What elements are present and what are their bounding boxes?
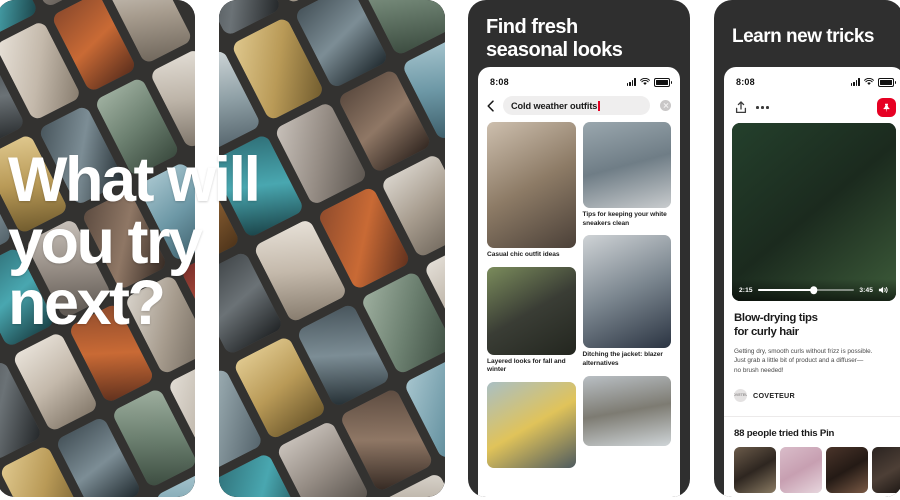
pin-description: Getting dry, smooth curls without frizz …	[734, 347, 894, 376]
phone-mockup-search: 8:08 Cold weather outfits Casual chic ou…	[478, 67, 680, 497]
status-clock: 8:08	[736, 77, 755, 87]
wifi-icon	[864, 78, 874, 85]
battery-icon	[654, 77, 673, 87]
video-controls[interactable]: 2:15 3:45	[732, 279, 896, 301]
pin-title-line-2: for curly hair	[734, 326, 799, 339]
panel-video-title: Learn new tricks	[732, 26, 889, 48]
pin-card[interactable]: Layered looks for fall and winter	[487, 266, 576, 375]
pin-description-line-2: Just grab a little bit of product and a …	[734, 357, 864, 365]
status-icons	[626, 77, 673, 87]
video-duration: 3:45	[859, 286, 873, 294]
clear-circle-icon[interactable]	[660, 100, 671, 111]
status-bar: 8:08	[724, 67, 900, 93]
pin-caption: Layered looks for fall and winter	[487, 357, 566, 374]
video-current-time: 2:15	[739, 286, 753, 294]
pin-card[interactable]	[582, 375, 671, 446]
collage-mosaic-right	[219, 0, 445, 497]
pin-card[interactable]: Casual chic outfit ideas	[487, 122, 576, 260]
tried-heading: 88 people tried this Pin	[734, 427, 835, 439]
pin-card[interactable]	[487, 382, 576, 469]
tried-thumbnail[interactable]	[734, 446, 776, 493]
brand-name: COVETEUR	[753, 390, 795, 400]
tried-thumbnail[interactable]	[780, 446, 822, 493]
avatar: COVETEUR	[734, 388, 747, 402]
pin-image[interactable]	[487, 122, 576, 248]
pin-caption: Casual chic outfit ideas	[487, 251, 560, 258]
pin-toolbar	[724, 93, 900, 123]
save-button[interactable]	[877, 98, 896, 117]
panel-collage-left	[0, 0, 195, 497]
search-input-value: Cold weather outfits	[511, 100, 598, 111]
video-progress-slider[interactable]	[757, 286, 855, 294]
pin-card[interactable]: Tips for keeping your white sneakers cle…	[582, 122, 671, 228]
status-icons	[850, 77, 897, 87]
avatar-label: COVETEUR	[734, 393, 747, 398]
status-clock: 8:08	[490, 77, 509, 87]
signal-icon	[850, 78, 860, 86]
status-bar: 8:08	[478, 67, 680, 93]
pin-description-line-3: no brush needed!	[734, 366, 784, 374]
pin-image[interactable]	[582, 375, 671, 446]
video-progress-knob[interactable]	[809, 286, 818, 294]
pin-column-left: Casual chic outfit ideas Layered looks f…	[487, 122, 576, 469]
pin-title-line-1: Blow-drying tips	[734, 312, 818, 324]
pin-image[interactable]	[487, 266, 576, 355]
pin-column-right: Tips for keeping your white sneakers cle…	[582, 122, 671, 468]
video-progress-fill	[757, 288, 814, 292]
panel-video-title-line-1: Learn new tricks	[732, 26, 874, 47]
tried-thumbnail[interactable]	[872, 446, 900, 493]
pin-description-line-1: Getting dry, smooth curls without frizz …	[734, 347, 873, 355]
panel-video-demo: Learn new tricks 8:08 2:15 3:45 Blow-dry…	[714, 0, 900, 497]
video-player[interactable]: 2:15 3:45	[732, 123, 896, 301]
tried-thumbnails	[734, 446, 900, 493]
pin-results-grid: Casual chic outfit ideas Layered looks f…	[478, 122, 680, 469]
pin-image[interactable]	[487, 382, 576, 469]
search-bar-row[interactable]: Cold weather outfits	[478, 93, 680, 122]
pin-caption: Tips for keeping your white sneakers cle…	[582, 211, 667, 227]
collage-mosaic-left	[0, 0, 195, 497]
panel-search-title: Find fresh seasonal looks	[486, 16, 676, 62]
tried-section: 88 people tried this Pin	[724, 415, 900, 493]
tried-thumbnail[interactable]	[826, 446, 868, 493]
text-cursor	[598, 100, 600, 111]
chevron-left-icon[interactable]	[485, 99, 497, 112]
phone-mockup-video: 8:08 2:15 3:45 Blow-drying tips for curl…	[724, 67, 900, 497]
pin-icon	[883, 103, 890, 112]
panel-search-demo: Find fresh seasonal looks 8:08 Cold weat…	[468, 0, 690, 497]
pin-image[interactable]	[582, 122, 671, 208]
panel-search-title-line-1: Find fresh	[486, 16, 578, 38]
search-input[interactable]: Cold weather outfits	[503, 96, 650, 115]
wifi-icon	[640, 78, 650, 85]
panel-search-title-line-2: seasonal looks	[486, 38, 623, 61]
volume-icon[interactable]	[878, 285, 889, 295]
promo-screenshot: What will you try next? Find fresh seaso…	[0, 0, 900, 500]
share-icon[interactable]	[735, 101, 747, 114]
brand-row[interactable]: COVETEUR COVETEUR	[734, 388, 894, 402]
panel-collage-right	[219, 0, 445, 497]
more-dots-icon[interactable]	[756, 106, 769, 109]
signal-icon	[626, 78, 636, 86]
pin-title: Blow-drying tips for curly hair	[734, 311, 894, 340]
battery-icon	[878, 77, 897, 87]
pin-caption: Ditching the jacket: blazer alternatives	[582, 351, 663, 368]
pin-card[interactable]: Ditching the jacket: blazer alternatives	[582, 235, 671, 368]
pin-image[interactable]	[582, 235, 671, 349]
